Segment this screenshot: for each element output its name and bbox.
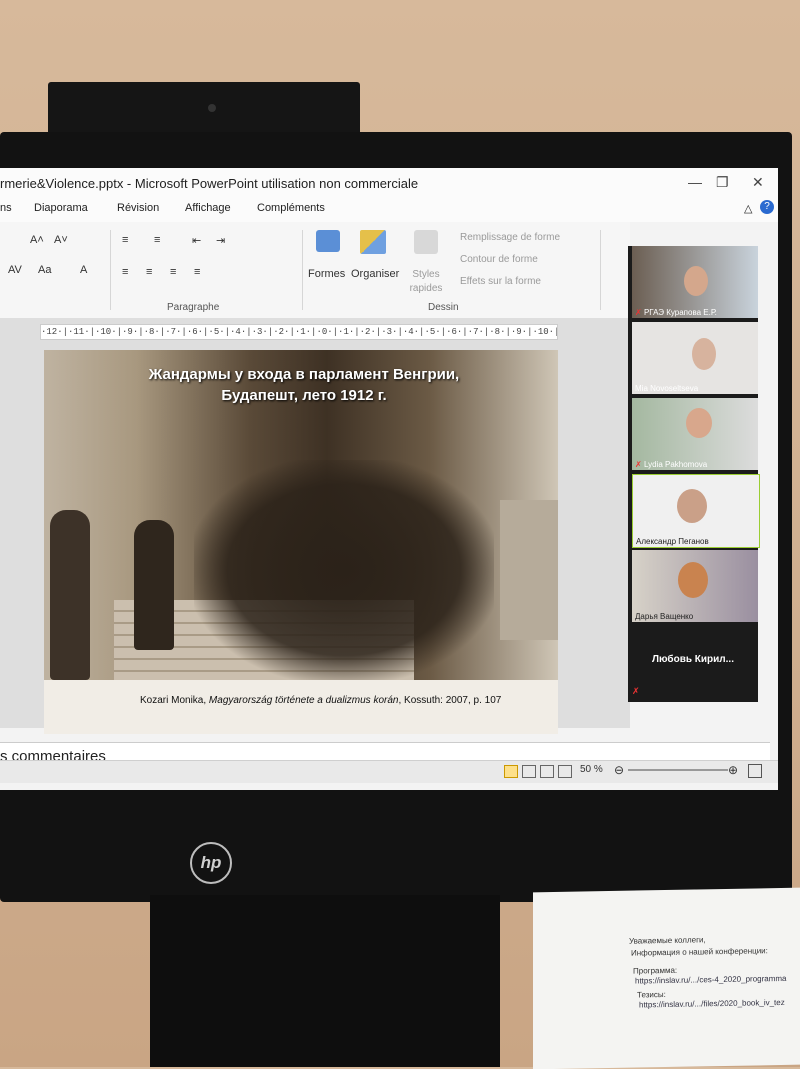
numbering-icon[interactable]: ≡ xyxy=(154,234,160,246)
fit-window-icon[interactable] xyxy=(748,764,762,778)
crowd-of-gendarmes xyxy=(194,460,494,680)
formes-button[interactable]: Formes xyxy=(308,268,345,280)
font-grow-icon[interactable]: A˄ xyxy=(30,234,44,246)
menu-diaporama[interactable]: Diaporama xyxy=(34,202,88,214)
quick-styles-icon[interactable] xyxy=(414,230,438,254)
participant-face xyxy=(692,338,716,370)
gendarme-figure xyxy=(50,510,90,680)
participant-tile[interactable]: Дарья Ващенко xyxy=(632,550,758,622)
participant-face xyxy=(678,562,708,598)
participant-name: Александр Пеганов xyxy=(636,537,709,546)
monitor-stand xyxy=(150,895,500,1067)
slide-title: Жандармы у входа в парламент Венгрии, Бу… xyxy=(84,364,524,406)
building-column xyxy=(500,500,558,640)
title-bar: rmerie&Violence.pptx - Microsoft PowerPo… xyxy=(0,168,778,196)
minimize-icon[interactable]: — xyxy=(688,174,702,190)
letter-link: https://inslav.ru/.../files/2020_book_iv… xyxy=(639,997,785,1010)
font-spacing-icon[interactable]: AV xyxy=(8,264,22,276)
menu-affichage[interactable]: Affichage xyxy=(185,202,231,214)
font-shrink-icon[interactable]: A˅ xyxy=(54,234,68,246)
participant-face xyxy=(684,266,708,296)
gendarme-figure xyxy=(134,520,174,650)
separator xyxy=(110,230,111,310)
caption-book-title: Magyarország története a dualizmus korán xyxy=(208,695,399,706)
participant-tile[interactable]: ✗ Lydia Pakhomova xyxy=(632,398,758,470)
participant-face xyxy=(686,408,712,438)
caption-publisher: , Kossuth: 2007, p. 107 xyxy=(398,695,502,706)
indent-increase-icon[interactable]: ⇥ xyxy=(216,234,225,247)
mic-muted-icon: ✗ xyxy=(635,308,642,317)
webcam-lens xyxy=(208,104,216,112)
participant-tile-active[interactable]: Александр Пеганов xyxy=(632,474,760,548)
shapes-icon[interactable] xyxy=(316,230,340,252)
letter-line: Тезисы: xyxy=(637,990,666,1000)
window-title: rmerie&Violence.pptx - Microsoft PowerPo… xyxy=(0,176,419,191)
slideshow-icon[interactable] xyxy=(558,765,572,778)
hp-logo: hp xyxy=(190,842,232,884)
zoom-slider[interactable] xyxy=(628,769,728,771)
letter-line: Программа: xyxy=(633,965,678,976)
close-icon[interactable]: ✕ xyxy=(752,174,764,191)
normal-view-icon[interactable] xyxy=(504,765,518,778)
group-dessin: Dessin xyxy=(428,302,459,313)
ribbon: A˄ A˅ AV Aa A ≡ ≡ ⇤ ⇥ ≡ ≡ ≡ ≡ Paragraphe… xyxy=(0,222,630,319)
screen: rmerie&Violence.pptx - Microsoft PowerPo… xyxy=(0,168,778,790)
align-left-icon[interactable]: ≡ xyxy=(122,266,128,278)
participant-no-video-name[interactable]: Любовь Кирил... xyxy=(628,654,758,665)
letter-link: https://inslav.ru/.../ces-4_2020_program… xyxy=(635,973,787,986)
zoom-out-icon[interactable]: ⊖ xyxy=(614,763,624,777)
horizontal-ruler: ·12·|·11·|·10·|·9·|·8·|·7·|·6·|·5·|·4·|·… xyxy=(40,324,558,340)
bullets-icon[interactable]: ≡ xyxy=(122,234,128,246)
slide-sorter-icon[interactable] xyxy=(522,765,536,778)
slide-title-line1: Жандармы у входа в парламент Венгрии, xyxy=(148,366,460,383)
justify-icon[interactable]: ≡ xyxy=(194,266,200,278)
menu-bar: ns Diaporama Révision Affichage Compléme… xyxy=(0,196,778,222)
indent-decrease-icon[interactable]: ⇤ xyxy=(192,234,201,247)
menu-item[interactable]: ns xyxy=(0,202,12,214)
caption-author: Kozari Monika, xyxy=(140,695,209,706)
menu-revision[interactable]: Révision xyxy=(117,202,159,214)
participant-name: ✗ РГАЭ Курапова Е.Р. xyxy=(635,308,717,317)
help-icon[interactable]: ? xyxy=(760,200,774,214)
shape-outline-button[interactable]: Contour de forme xyxy=(460,254,538,265)
align-center-icon[interactable]: ≡ xyxy=(146,266,152,278)
separator xyxy=(302,230,303,310)
organiser-button[interactable]: Organiser xyxy=(351,268,399,280)
participant-name: ✗ Lydia Pakhomova xyxy=(635,460,708,469)
participant-tile[interactable]: ✗ РГАЭ Курапова Е.Р. xyxy=(632,246,758,318)
letter-line: Информация о нашей конференции: xyxy=(631,946,768,958)
letter-line: Уважаемые коллеги, xyxy=(629,935,706,946)
reading-view-icon[interactable] xyxy=(540,765,554,778)
font-color-icon[interactable]: A xyxy=(80,264,87,276)
shape-fill-button[interactable]: Remplissage de forme xyxy=(460,232,560,243)
menu-complements[interactable]: Compléments xyxy=(257,202,325,214)
separator xyxy=(600,230,601,310)
status-bar xyxy=(0,760,778,783)
zoom-in-icon[interactable]: ⊕ xyxy=(728,763,738,777)
slide-caption: Kozari Monika, Magyarország története a … xyxy=(140,695,501,706)
participant-tile[interactable]: Mia Novoseltseva xyxy=(632,322,758,394)
slide-title-line2: Будапешт, лето 1912 г. xyxy=(221,387,387,404)
video-call-panel: ✗ РГАЭ Курапова Е.Р. Mia Novoseltseva ✗ … xyxy=(628,246,760,702)
align-right-icon[interactable]: ≡ xyxy=(170,266,176,278)
change-case-icon[interactable]: Aa xyxy=(38,264,51,276)
mic-muted-icon: ✗ xyxy=(632,686,640,696)
shape-effects-button[interactable]: Effets sur la forme xyxy=(460,276,541,287)
slide[interactable]: Жандармы у входа в парламент Венгрии, Бу… xyxy=(44,350,558,734)
restore-icon[interactable]: ❐ xyxy=(716,174,729,191)
participant-name: Mia Novoseltseva xyxy=(635,384,699,393)
participant-name: Дарья Ващенко xyxy=(635,612,694,621)
mic-muted-icon: ✗ xyxy=(635,460,642,469)
zoom-level[interactable]: 50 % xyxy=(580,764,603,775)
printed-letter: Уважаемые коллеги, Информация о нашей ко… xyxy=(533,887,800,1069)
group-paragraphe: Paragraphe xyxy=(167,302,220,313)
caption-background xyxy=(44,680,558,734)
styles-rapides-button[interactable]: Styles rapides xyxy=(404,268,448,296)
arrange-icon[interactable] xyxy=(360,230,386,254)
participant-face xyxy=(677,489,707,523)
ribbon-collapse-icon[interactable]: △ xyxy=(744,202,752,215)
